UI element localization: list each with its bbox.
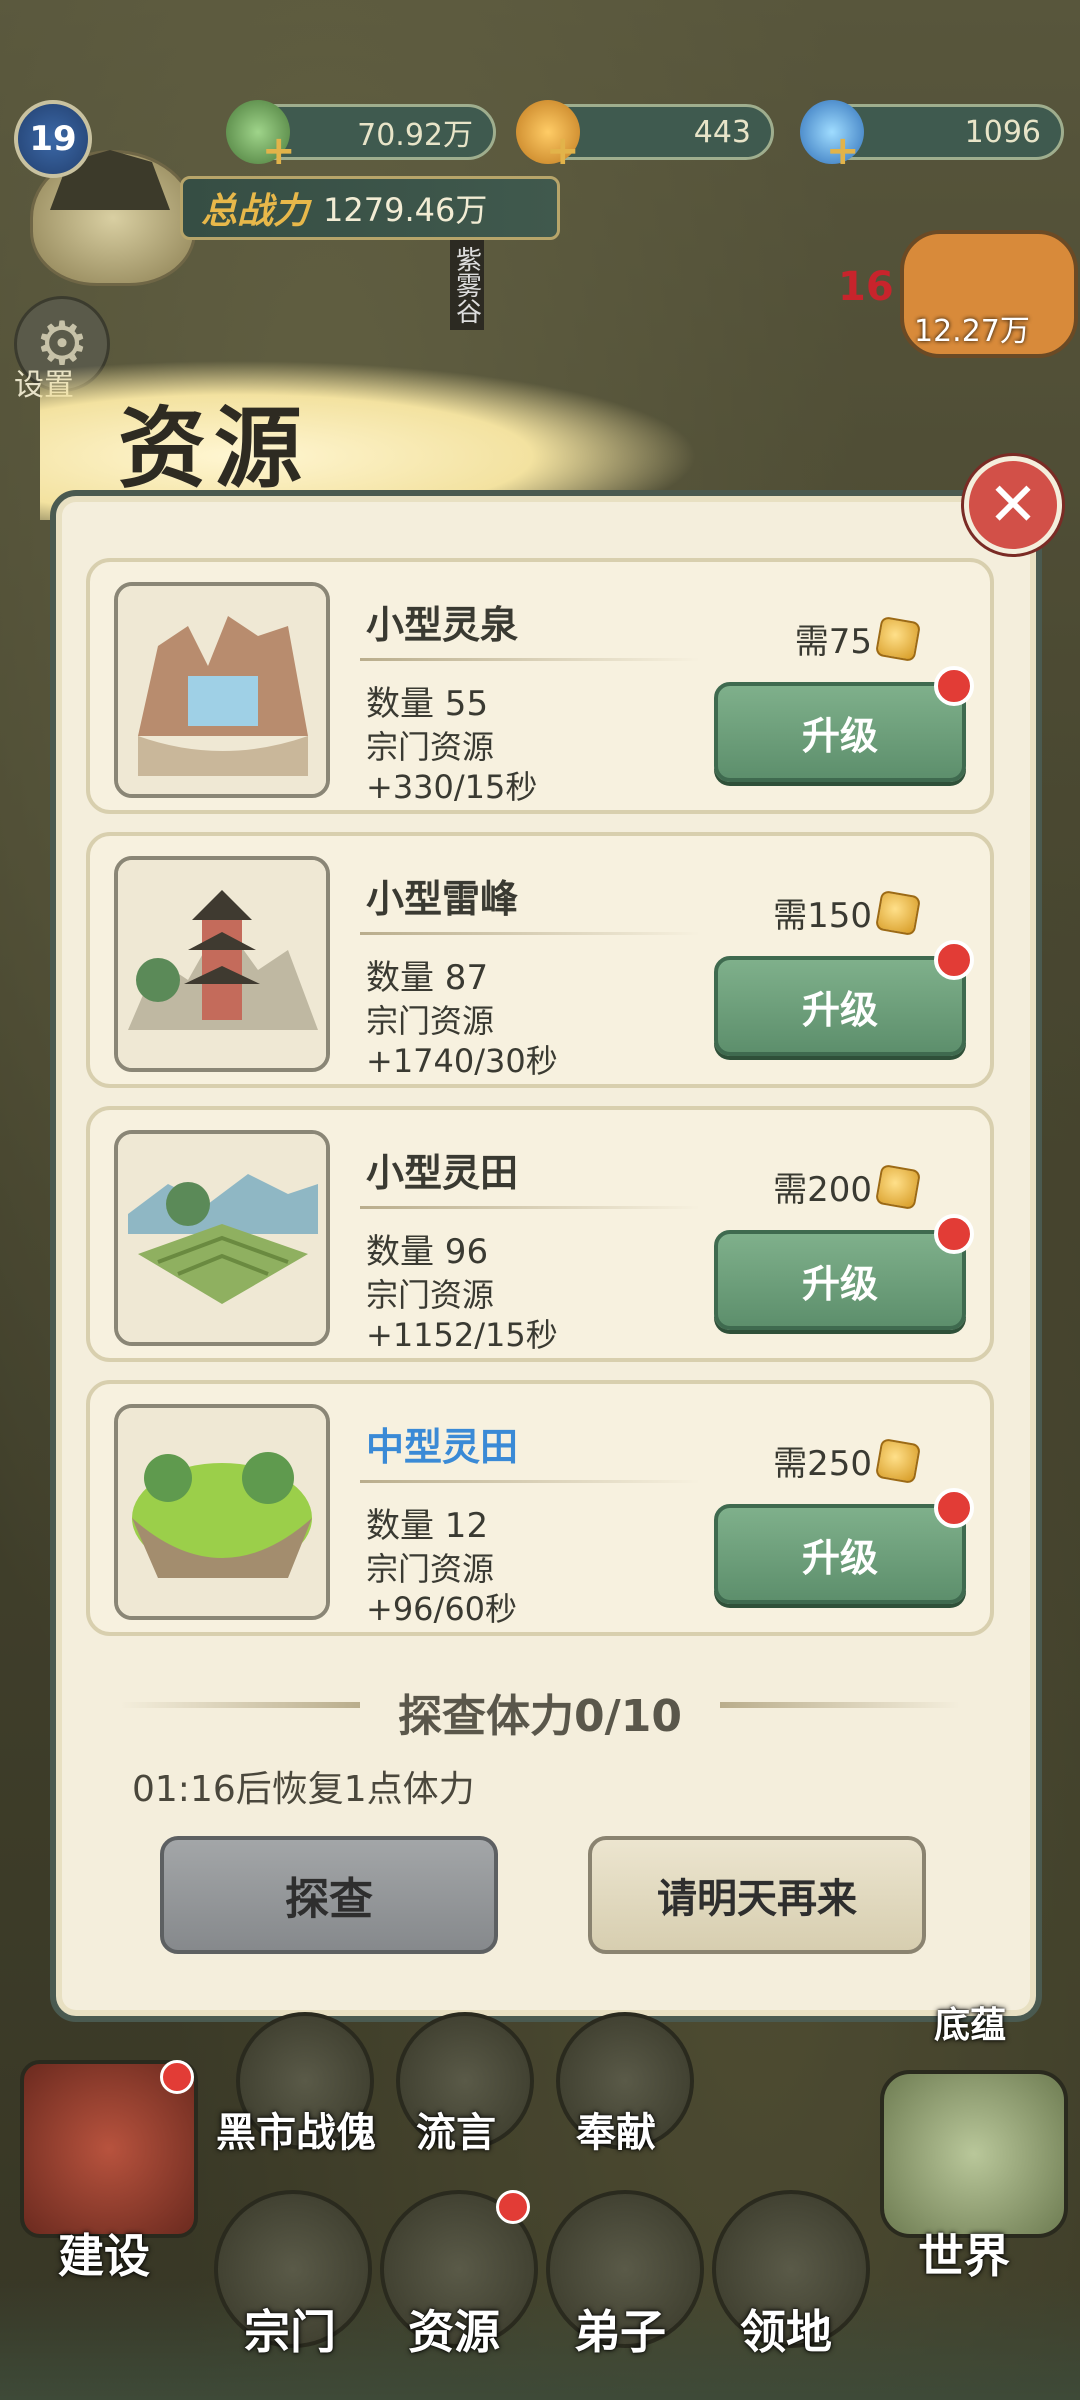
resource-card: 小型灵泉 数量 55 宗门资源 +330/15秒 需75 升级	[86, 558, 994, 814]
nav-resource[interactable]: 资源	[408, 2296, 500, 2362]
field-thumbnail	[114, 1130, 330, 1346]
recover-timer: 01:16后恢复1点体力	[132, 1769, 475, 1810]
notification-dot	[934, 1214, 974, 1254]
divider	[360, 932, 700, 935]
cost-text: 需200	[773, 1170, 872, 1210]
explore-button[interactable]: 探查	[160, 1836, 498, 1954]
resource-rate: +1740/30秒	[366, 1042, 558, 1080]
explore-stamina: 探查体力0/10	[398, 1691, 682, 1742]
resource-rate: +330/15秒	[366, 768, 538, 806]
upgrade-cost: 需75	[794, 614, 922, 663]
nav-donate[interactable]: 奉献	[576, 2100, 656, 2158]
coin-icon	[874, 889, 922, 936]
upgrade-button[interactable]: 升级	[714, 1230, 966, 1330]
coin-icon	[874, 615, 922, 662]
nav-sect[interactable]: 宗门	[244, 2296, 336, 2362]
resource-crystal-value: 1096	[964, 114, 1041, 150]
notification-dot	[160, 2060, 194, 2094]
resource-name: 小型灵泉	[366, 603, 519, 647]
resource-spirit-stone-value: 70.92万	[357, 118, 473, 153]
notification-dot	[934, 940, 974, 980]
resource-card: 中型灵田 数量 12 宗门资源 +96/60秒 需250 升级	[86, 1380, 994, 1636]
cost-text: 需75	[794, 622, 872, 662]
upgrade-cost: 需250	[773, 1436, 922, 1485]
location-sign[interactable]: 紫雾谷	[450, 240, 484, 330]
resource-card: 小型灵田 数量 96 宗门资源 +1152/15秒 需200 升级	[86, 1106, 994, 1362]
upgrade-button[interactable]: 升级	[714, 682, 966, 782]
nav-black-market[interactable]: 黑市战傀	[216, 2100, 376, 2158]
upgrade-cost: 需200	[773, 1162, 922, 1211]
ground-decoration	[0, 2280, 1080, 2400]
world-map-icon[interactable]	[880, 2070, 1068, 2238]
resource-rate: +1152/15秒	[366, 1316, 558, 1354]
power-value: 1279.46万	[323, 191, 488, 229]
come-back-tomorrow-button[interactable]: 请明天再来	[588, 1836, 926, 1954]
coin-icon	[874, 1437, 922, 1484]
notification-dot	[496, 2190, 530, 2224]
resource-count: 数量 87	[366, 958, 489, 998]
resource-gold-value: 443	[693, 114, 751, 150]
resource-card: 小型雷峰 数量 87 宗门资源 +1740/30秒 需150 升级	[86, 832, 994, 1088]
power-label: 总战力	[201, 191, 310, 232]
nav-build[interactable]: 建设	[58, 2220, 150, 2286]
total-power-bar: 总战力 1279.46万	[180, 176, 560, 240]
spring-thumbnail	[114, 582, 330, 798]
upgrade-button[interactable]: 升级	[714, 956, 966, 1056]
nav-world[interactable]: 世界	[918, 2220, 1010, 2286]
nav-territory[interactable]: 领地	[740, 2296, 832, 2362]
plus-icon[interactable]: +	[262, 131, 296, 171]
nav-rumor[interactable]: 流言	[416, 2100, 496, 2158]
resource-name: 中型灵田	[366, 1425, 519, 1469]
close-button[interactable]: ✕	[964, 456, 1062, 554]
pagoda-thumbnail	[114, 856, 330, 1072]
large-field-thumbnail	[114, 1404, 330, 1620]
level-badge: 19	[14, 100, 92, 178]
notification-dot	[934, 666, 974, 706]
notification-dot	[934, 1488, 974, 1528]
resource-count: 数量 55	[366, 684, 489, 724]
nav-disciple[interactable]: 弟子	[574, 2296, 666, 2362]
resource-count: 数量 96	[366, 1232, 489, 1272]
divider	[360, 1480, 700, 1483]
cost-text: 需250	[773, 1444, 872, 1484]
resource-rate: +96/60秒	[366, 1590, 518, 1628]
resource-count: 数量 12	[366, 1506, 489, 1546]
plus-icon[interactable]: +	[546, 131, 580, 171]
resource-name: 小型雷峰	[366, 877, 519, 921]
resource-name: 小型灵田	[366, 1151, 519, 1195]
panel-title: 资源	[118, 397, 311, 500]
treasure-bag-value: 12.27万	[914, 314, 1030, 349]
red-counter: 16	[838, 264, 894, 310]
coin-icon	[874, 1163, 922, 1210]
upgrade-button[interactable]: 升级	[714, 1504, 966, 1604]
plus-icon[interactable]: +	[826, 131, 860, 171]
divider	[360, 658, 700, 661]
heritage-label[interactable]: 底蕴	[934, 1996, 1006, 2048]
divider	[360, 1206, 700, 1209]
upgrade-cost: 需150	[773, 888, 922, 937]
cost-text: 需150	[773, 896, 872, 936]
